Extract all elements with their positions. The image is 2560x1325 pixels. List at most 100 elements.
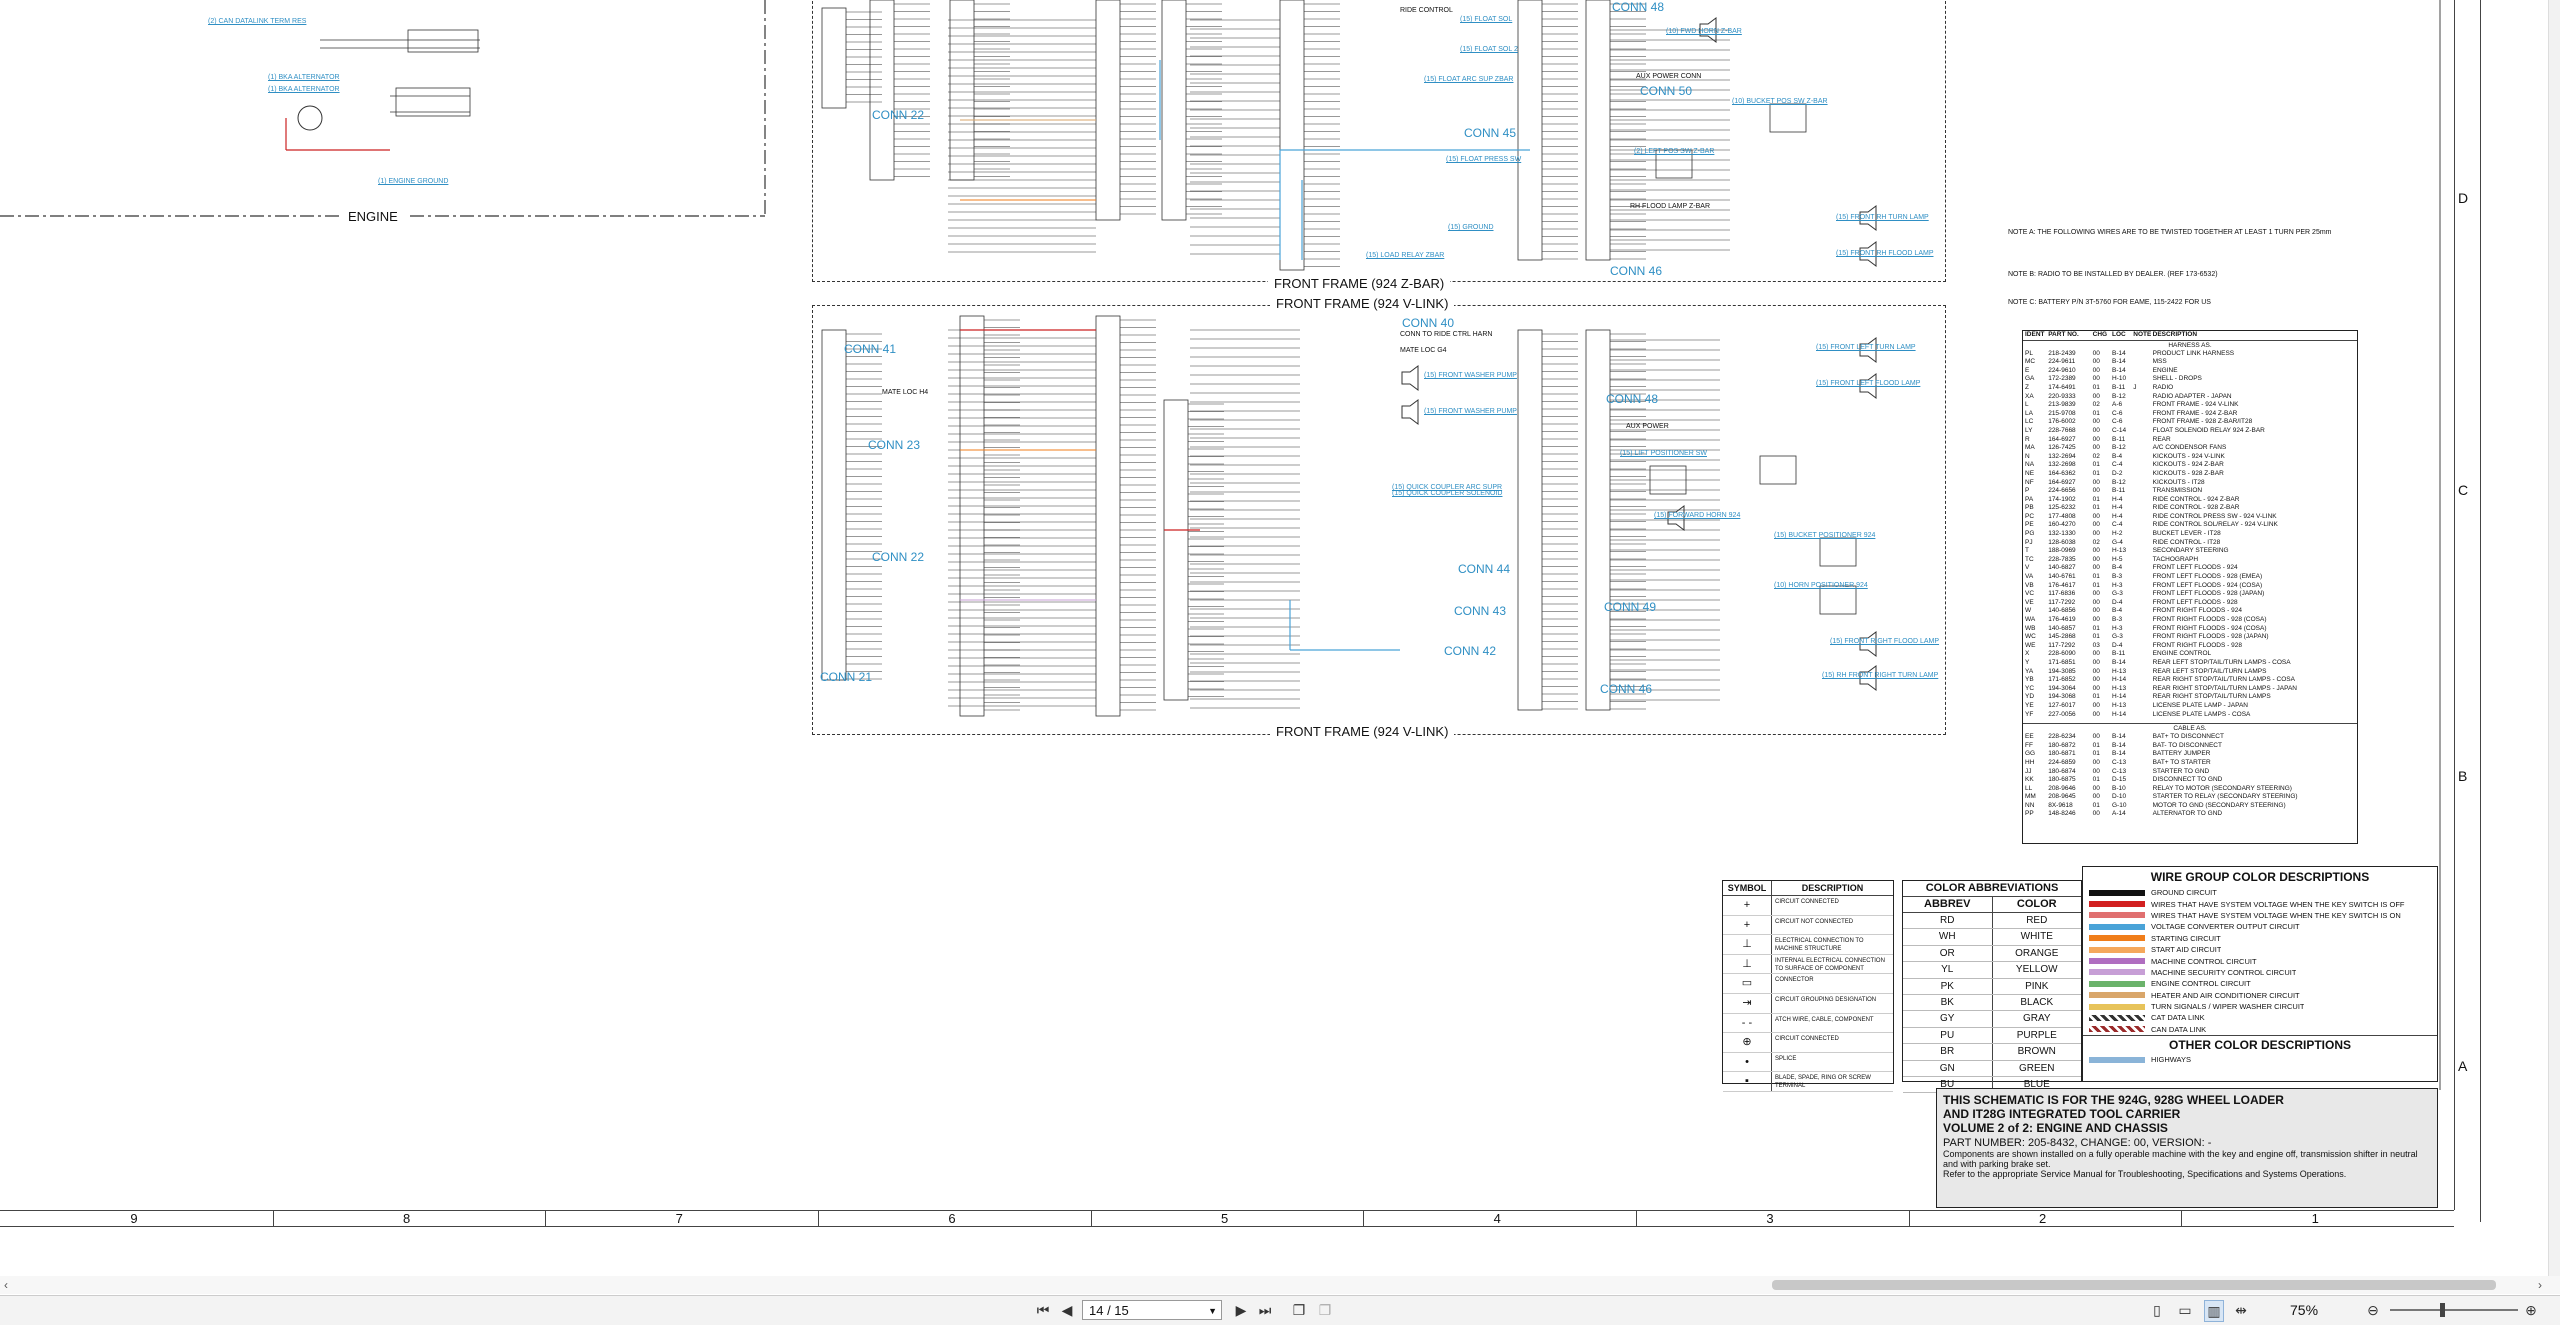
vertical-scrollbar[interactable]: [2548, 0, 2560, 1276]
page-number-input[interactable]: 14 / 15 ▼: [1082, 1300, 1222, 1320]
table-cell: 00: [2092, 375, 2100, 383]
conn-label[interactable]: CONN 22: [872, 108, 924, 122]
column-number: 4: [1493, 1211, 1501, 1226]
table-cell: 132-2698: [2048, 461, 2076, 469]
callout-link[interactable]: (10) FWD HORN Z-BAR: [1666, 28, 1742, 35]
callout-link[interactable]: (15) FRONT WASHER PUMP: [1424, 372, 1517, 379]
paste-icon[interactable]: ❐: [1316, 1300, 1334, 1320]
conn-label[interactable]: CONN 23: [868, 438, 920, 452]
conn-label[interactable]: CONN 46: [1600, 682, 1652, 696]
abbrev-color-name: PINK: [2025, 980, 2049, 992]
callout-link[interactable]: (15) FRONT LEFT FLOOD LAMP: [1816, 380, 1920, 387]
callout-link[interactable]: (15) GROUND: [1448, 224, 1494, 231]
conn-label[interactable]: CONN 50: [1640, 84, 1692, 98]
callout-link[interactable]: (15) LOAD RELAY ZBAR: [1366, 252, 1444, 259]
callout-link[interactable]: (2) CAN DATALINK TERM RES: [208, 18, 306, 25]
table-cell: PL: [2025, 349, 2033, 357]
scroll-right-icon[interactable]: ›: [2538, 1278, 2542, 1292]
table-cell: 01: [2092, 633, 2100, 641]
callout-link[interactable]: (15) LIFT POSITIONER SW: [1620, 450, 1707, 457]
conn-label[interactable]: CONN 43: [1454, 604, 1506, 618]
conn-label[interactable]: CONN 41: [844, 342, 896, 356]
callout-link[interactable]: (15) QUICK COUPLER SOLENOID: [1392, 490, 1502, 497]
callout-link[interactable]: (10) BUCKET POS SW Z-BAR: [1732, 98, 1828, 105]
copy-icon[interactable]: ❐: [1290, 1300, 1308, 1320]
table-cell: [2131, 556, 2150, 565]
wire-color-swatch: [2089, 1003, 2145, 1010]
callout-link[interactable]: (15) FLOAT PRESS SW: [1446, 156, 1521, 163]
table-cell: A/C CONDENSOR FANS: [2152, 444, 2227, 452]
callout-link[interactable]: (15) RH FRONT RIGHT TURN LAMP: [1822, 672, 1938, 679]
table-cell: [2131, 453, 2150, 462]
zoom-out-icon[interactable]: ⊖: [2364, 1300, 2382, 1320]
callout-link[interactable]: (1) BKA ALTERNATOR: [268, 74, 340, 81]
conn-label[interactable]: CONN 45: [1464, 126, 1516, 140]
conn-label[interactable]: CONN 21: [820, 670, 872, 684]
table-row: FF 180-6872 01 B-14 BAT- TO DISCONNECT: [2023, 742, 2357, 751]
table-cell: [2131, 367, 2150, 376]
table-cell: 01: [2092, 741, 2100, 749]
callout-link[interactable]: (15) FLOAT SOL 2: [1460, 46, 1518, 53]
side-note: AUX POWER: [1626, 423, 1669, 430]
next-page-icon[interactable]: ▶: [1232, 1300, 1250, 1320]
table-cell: H-4: [2111, 495, 2123, 503]
callout-link[interactable]: (1) ENGINE GROUND: [378, 178, 448, 185]
zoom-slider-thumb[interactable]: [2440, 1303, 2445, 1317]
callout-link[interactable]: (15) FLOAT ARC SUP ZBAR: [1424, 76, 1513, 83]
callout-link[interactable]: (15) FRONT RH TURN LAMP: [1836, 214, 1929, 221]
fit-width-icon[interactable]: ⇹: [2232, 1300, 2250, 1320]
horizontal-scrollbar[interactable]: ‹ ›: [0, 1276, 2560, 1294]
callout-link[interactable]: (15) FRONT WASHER PUMP: [1424, 408, 1517, 415]
zone-letter: D: [2458, 190, 2469, 206]
zoom-slider-track[interactable]: [2390, 1309, 2518, 1311]
callout-link[interactable]: (2) LEFT POS SW Z-BAR: [1634, 148, 1714, 155]
table-cell: 01: [2092, 581, 2100, 589]
column-number: 1: [2311, 1211, 2319, 1226]
zoom-in-icon[interactable]: ⊕: [2522, 1300, 2540, 1320]
wire-group-row: HEATER AND AIR CONDITIONER CIRCUIT: [2083, 990, 2437, 1001]
previous-page-icon[interactable]: ◀: [1058, 1300, 1076, 1320]
table-cell: X: [2025, 650, 2030, 658]
single-page-view-icon[interactable]: ▯: [2148, 1300, 2166, 1320]
table-row: Z 174-6491 01 B-11 J RADIO: [2023, 384, 2357, 393]
continuous-view-icon[interactable]: ▭: [2176, 1300, 2194, 1320]
conn-label[interactable]: CONN 42: [1444, 644, 1496, 658]
conn-label[interactable]: CONN 49: [1604, 600, 1656, 614]
conn-label[interactable]: CONN 40: [1402, 316, 1454, 330]
last-page-icon[interactable]: ⏭: [1256, 1300, 1274, 1320]
table-row: NF 164-6927 00 B-12 KICKOUTS - IT28: [2023, 479, 2357, 488]
table-row: LA 215-9708 01 C-6 FRONT FRAME - 924 Z-BAR: [2023, 410, 2357, 419]
chevron-down-icon[interactable]: ▼: [1208, 1301, 1217, 1321]
conn-label[interactable]: CONN 48: [1612, 0, 1664, 14]
table-cell: H-4: [2111, 512, 2123, 520]
table-cell: 174-6491: [2048, 383, 2076, 391]
table-cell: 01: [2092, 504, 2100, 512]
callout-link[interactable]: (15) FORWARD HORN 924: [1654, 512, 1740, 519]
callout-link[interactable]: (15) BUCKET POSITIONER 924: [1774, 532, 1875, 539]
zoom-level[interactable]: 75%: [2290, 1302, 2318, 1318]
two-page-view-icon[interactable]: ▥: [2204, 1300, 2224, 1322]
wire-group-title: WIRE GROUP COLOR DESCRIPTIONS: [2150, 870, 2370, 884]
callout-link[interactable]: (15) FRONT LEFT TURN LAMP: [1816, 344, 1916, 351]
table-cell: C-4: [2111, 461, 2123, 469]
table-cell: 220-9333: [2048, 392, 2076, 400]
table-cell: 171-6852: [2048, 676, 2076, 684]
callout-link[interactable]: (15) FRONT RIGHT FLOOD LAMP: [1830, 638, 1939, 645]
table-cell: 00: [2092, 547, 2100, 555]
callout-link[interactable]: (1) BKA ALTERNATOR: [268, 86, 340, 93]
abbrev-code: WH: [1903, 929, 1993, 945]
scroll-left-icon[interactable]: ‹: [4, 1278, 8, 1292]
conn-label[interactable]: CONN 46: [1610, 264, 1662, 278]
conn-label[interactable]: CONN 44: [1458, 562, 1510, 576]
conn-label[interactable]: CONN 48: [1606, 392, 1658, 406]
column-number: 5: [1221, 1211, 1229, 1226]
callout-link[interactable]: (15) FRONT RH FLOOD LAMP: [1836, 250, 1934, 257]
callout-link[interactable]: (10) HORN POSITIONER 924: [1774, 582, 1868, 589]
table-cell: J: [2133, 383, 2137, 391]
table-cell: 127-6017: [2048, 701, 2076, 709]
callout-link[interactable]: (15) FLOAT SOL: [1460, 16, 1512, 23]
horizontal-scroll-thumb[interactable]: [1772, 1280, 2496, 1290]
first-page-icon[interactable]: ⏮: [1034, 1300, 1052, 1320]
wire-group-row: STARTING CIRCUIT: [2083, 933, 2437, 944]
conn-label[interactable]: CONN 22: [872, 550, 924, 564]
